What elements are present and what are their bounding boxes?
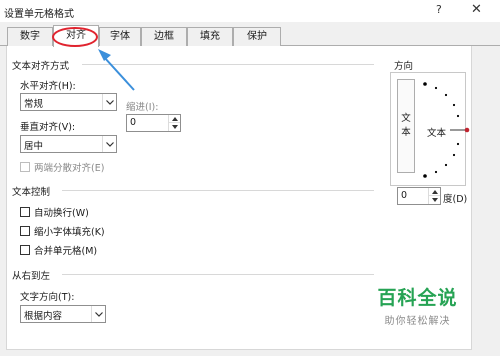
annotation-arrow [98, 49, 135, 91]
